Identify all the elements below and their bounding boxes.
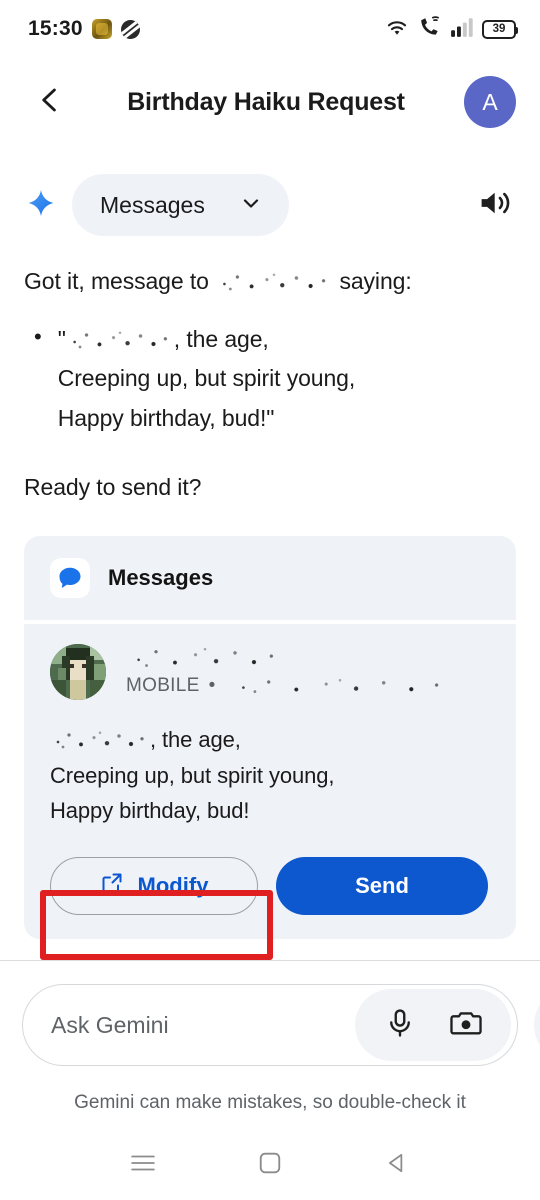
card-body: MOBILE • , the age, Creeping up, but spi…: [24, 623, 516, 939]
back-button-nav[interactable]: [371, 1139, 423, 1191]
read-aloud-button[interactable]: [476, 185, 516, 225]
google-messages-icon: [50, 557, 90, 598]
send-button[interactable]: Send: [276, 856, 488, 915]
message-preview-card: Messages MOBILE • , the age, Creeping up…: [24, 535, 516, 939]
assistant-answer: Got it, message to saying: • " , the age,…: [0, 236, 540, 506]
avatar-initial: A: [482, 88, 498, 115]
app-header: Birthday Haiku Request A: [0, 58, 540, 146]
status-bar-clock: 15:30: [28, 17, 83, 40]
card-app-header: Messages: [24, 535, 516, 620]
mic-button[interactable]: [371, 996, 429, 1054]
modify-button[interactable]: Modify: [50, 856, 258, 915]
camera-icon: [450, 1009, 482, 1042]
ready-prompt: Ready to send it?: [24, 474, 202, 501]
prompt-input-container[interactable]: [22, 984, 518, 1066]
source-selector-chip[interactable]: Messages: [72, 174, 289, 236]
status-bar-right: 39: [384, 15, 518, 43]
battery-level-text: 39: [492, 23, 506, 35]
card-app-name: Messages: [108, 564, 214, 590]
source-chip-label: Messages: [100, 191, 205, 218]
avatar[interactable]: A: [464, 76, 516, 128]
disclaimer-text: Gemini can make mistakes, so double-chec…: [74, 1092, 466, 1113]
source-chip-row: Messages: [0, 150, 540, 236]
recents-menu-icon: [130, 1153, 156, 1178]
recents-button[interactable]: [117, 1139, 169, 1191]
home-square-icon: [258, 1151, 282, 1180]
card-message-line-2: Creeping up, but spirit young,: [50, 762, 335, 788]
redacted-haiku-name: [65, 329, 174, 350]
signal-bars-icon: [450, 17, 474, 42]
volume-speaker-icon: [479, 188, 513, 223]
bullet-marker: •: [34, 323, 42, 349]
composer-divider: [0, 960, 540, 961]
answer-intro-line: Got it, message to saying:: [24, 264, 516, 300]
chevron-left-icon: [35, 85, 65, 120]
gemini-live-button[interactable]: [534, 987, 540, 1063]
composer-bar: [0, 975, 540, 1075]
search-input[interactable]: [43, 1011, 355, 1039]
haiku-line-2: Creeping up, but spirit young,: [57, 365, 356, 392]
list-item: • " , the age, Creeping up, but spirit yo…: [34, 320, 516, 439]
chevron-down-icon: [239, 191, 263, 220]
card-message-line-1: , the age,: [50, 722, 490, 758]
haiku-open-quote: ": [57, 325, 66, 352]
card-action-row: Modify Send: [50, 835, 490, 939]
page-title: Birthday Haiku Request: [127, 87, 405, 116]
answer-intro-prefix: Got it, message to: [24, 268, 209, 294]
wifi-icon: [384, 17, 410, 42]
send-button-label: Send: [355, 872, 409, 898]
notification-badge-icon: [91, 19, 112, 39]
gemini-app-screen: 15:30 39 Birthday Haiku Request A Messag…: [0, 0, 540, 1200]
redacted-recipient-name: [215, 272, 334, 292]
haiku-text: " , the age, Creeping up, but spirit youn…: [57, 320, 356, 439]
modify-button-label: Modify: [137, 872, 209, 898]
answer-intro-suffix: saying:: [339, 268, 412, 294]
back-triangle-icon: [385, 1151, 409, 1180]
card-line1-suffix: , the age,: [150, 726, 241, 752]
card-message-body: , the age, Creeping up, but spirit young…: [50, 700, 490, 835]
haiku-bullet-list: • " , the age, Creeping up, but spirit yo…: [24, 320, 516, 439]
microphone-icon: [386, 1008, 414, 1043]
card-message-line-3: Happy birthday, bud!: [50, 798, 250, 824]
composer-icon-group: [355, 989, 511, 1061]
home-button[interactable]: [244, 1139, 296, 1191]
contact-subline: MOBILE •: [126, 675, 455, 697]
status-bar-left: 15:30: [28, 17, 140, 41]
haiku-line-3: Happy birthday, bud!": [57, 404, 275, 431]
redacted-phone-number: [224, 678, 455, 695]
status-bar: 15:30 39: [0, 0, 540, 58]
contact-row: MOBILE •: [50, 643, 490, 700]
contact-details: MOBILE •: [126, 646, 455, 697]
external-link-icon: [100, 871, 124, 901]
contact-separator: •: [208, 675, 216, 697]
conversation-content: Messages Got it, message to saying: • " …: [0, 150, 540, 960]
haiku-line1-suffix: , the age,: [173, 325, 269, 352]
battery-icon: 39: [482, 19, 518, 39]
haiku-line-1: " , the age,: [58, 320, 355, 360]
redacted-contact-name: [126, 646, 284, 670]
contact-type-label: MOBILE: [126, 675, 200, 697]
redacted-message-name: [50, 729, 150, 750]
notification-badge-icon: [120, 19, 140, 39]
wifi-calling-icon: [418, 15, 442, 43]
contact-avatar: [50, 643, 106, 700]
android-nav-bar: [0, 1130, 540, 1200]
gemini-sparkle-icon: [24, 188, 58, 222]
camera-button[interactable]: [437, 996, 495, 1054]
back-button[interactable]: [28, 80, 72, 124]
